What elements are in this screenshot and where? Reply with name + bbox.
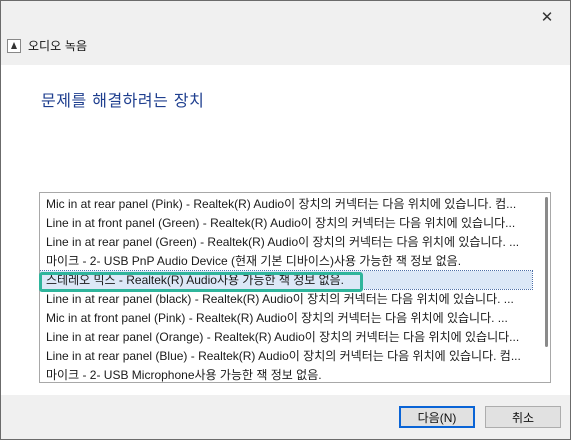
- cancel-button[interactable]: 취소: [485, 406, 561, 428]
- audio-troubleshooter-icon: [7, 39, 21, 53]
- device-list-item[interactable]: 마이크 - 2- USB PnP Audio Device (현재 기본 디바이…: [40, 252, 532, 270]
- device-list-item[interactable]: Line in at rear panel (Orange) - Realtek…: [40, 328, 532, 346]
- title-bar: ✕ 오디오 녹음: [1, 1, 570, 65]
- window-title: 오디오 녹음: [28, 39, 88, 53]
- device-list[interactable]: Mic in at rear panel (Pink) - Realtek(R)…: [39, 192, 551, 383]
- device-list-item[interactable]: Line in at rear panel (Green) - Realtek(…: [40, 233, 532, 251]
- list-scrollbar[interactable]: [545, 197, 548, 347]
- device-list-item[interactable]: Line in at front panel (Green) - Realtek…: [40, 214, 532, 232]
- footer-bar: 다음(N) 취소: [1, 395, 570, 439]
- dialog-window: ✕ 오디오 녹음 문제를 해결하려는 장치 Mic in at rear pan…: [0, 0, 571, 440]
- next-button[interactable]: 다음(N): [399, 406, 475, 428]
- device-list-item[interactable]: Mic in at rear panel (Pink) - Realtek(R)…: [40, 195, 532, 213]
- device-list-item[interactable]: 마이크 - 2- USB Microphone사용 가능한 잭 정보 없음.: [40, 366, 532, 382]
- close-icon[interactable]: ✕: [530, 4, 564, 30]
- device-list-item[interactable]: 스테레오 믹스 - Realtek(R) Audio사용 가능한 잭 정보 없음…: [40, 270, 533, 290]
- device-list-item[interactable]: Line in at rear panel (black) - Realtek(…: [40, 290, 532, 308]
- content-pane: 문제를 해결하려는 장치 Mic in at rear panel (Pink)…: [1, 65, 570, 395]
- device-list-item[interactable]: Line in at rear panel (Blue) - Realtek(R…: [40, 347, 532, 365]
- device-list-item[interactable]: Mic in at front panel (Pink) - Realtek(R…: [40, 309, 532, 327]
- page-heading: 문제를 해결하려는 장치: [41, 91, 205, 110]
